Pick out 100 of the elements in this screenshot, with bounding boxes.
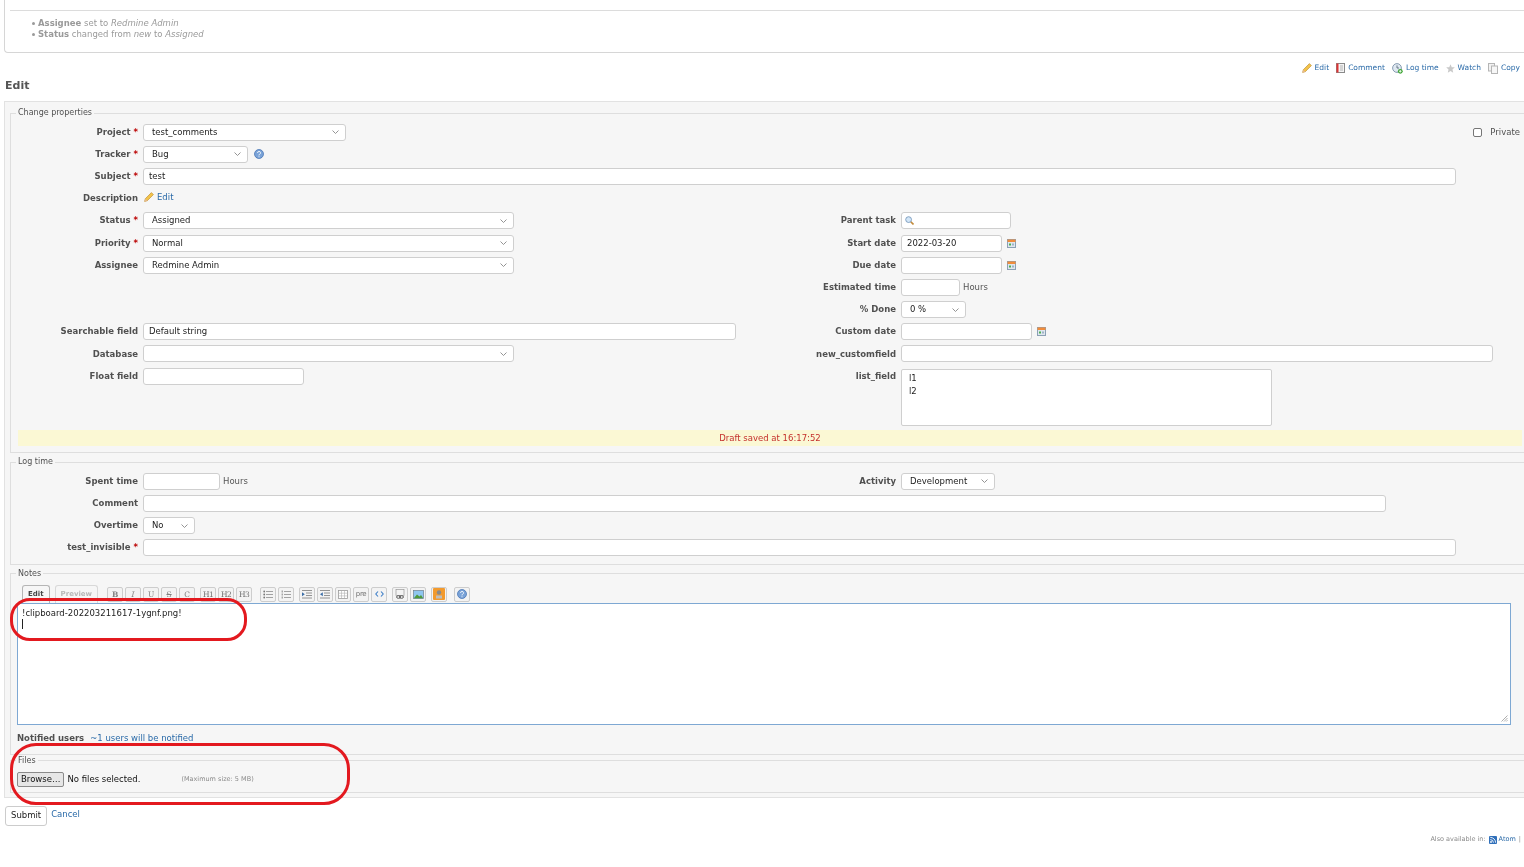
- field-label: new_customfield: [816, 347, 896, 361]
- pencil-icon: [1301, 63, 1312, 73]
- bullet-icon: [32, 33, 35, 36]
- resize-grip-icon[interactable]: [1500, 713, 1508, 722]
- toolbar-button[interactable]: [260, 586, 277, 602]
- field-label: Searchable field: [60, 325, 138, 339]
- field-label: Priority: [94, 236, 131, 250]
- dropdown[interactable]: Redmine Admin: [143, 256, 514, 274]
- field-label: Float field: [89, 369, 138, 383]
- bullet-list-icon: [263, 589, 274, 599]
- field-label: Tracker: [95, 147, 131, 161]
- copy-icon: [1487, 62, 1498, 74]
- field-label: Estimated time: [823, 281, 896, 294]
- dropdown[interactable]: 0 %: [901, 301, 966, 319]
- field-label: Activity: [859, 474, 896, 488]
- link-icon: [395, 589, 406, 600]
- dropdown[interactable]: test_comments: [143, 123, 346, 141]
- toolbar-button[interactable]: [371, 586, 388, 602]
- dropdown[interactable]: Assigned: [143, 212, 514, 230]
- toolbar-button[interactable]: [317, 586, 334, 602]
- file-status: No files selected.: [67, 773, 141, 787]
- list-option[interactable]: l2: [909, 385, 917, 399]
- calendar-icon[interactable]: [1007, 260, 1016, 270]
- unit-label: Hours: [223, 474, 248, 488]
- toolbar-button[interactable]: [431, 586, 448, 602]
- bullet-icon: [32, 22, 35, 25]
- notes-textarea[interactable]: !clipboard-202203211617-1ygnf.png!: [17, 602, 1511, 725]
- date-field[interactable]: [901, 256, 1002, 274]
- text-field[interactable]: [143, 367, 304, 385]
- field-label: list_field: [855, 369, 896, 383]
- text-field[interactable]: [143, 494, 1386, 512]
- dropdown[interactable]: Normal: [143, 234, 514, 252]
- field-label: % Done: [859, 303, 896, 316]
- calendar-icon[interactable]: [1037, 327, 1046, 337]
- journal-detail: Assignee set to Redmine Admin: [38, 18, 179, 29]
- toolbar-button[interactable]: [299, 586, 316, 602]
- field-label: Comment: [92, 496, 138, 510]
- numbered-list-icon: [281, 589, 292, 599]
- toolbar-button[interactable]: [410, 586, 427, 602]
- toolbar-button[interactable]: [335, 586, 352, 602]
- dropdown[interactable]: No: [143, 517, 195, 535]
- help-icon[interactable]: [254, 149, 264, 160]
- text-field[interactable]: [143, 539, 1456, 557]
- text-field[interactable]: test: [143, 167, 1456, 185]
- field-label: Assignee: [94, 258, 138, 272]
- field-label: Custom date: [835, 325, 896, 339]
- search-field[interactable]: [901, 212, 1011, 230]
- required-mark: *: [133, 541, 138, 555]
- list-box[interactable]: l1 l2: [901, 369, 1272, 427]
- pencil-icon: [144, 192, 154, 203]
- checkbox-label: Private: [1490, 125, 1520, 139]
- required-mark: *: [133, 147, 138, 161]
- field-label: Overtime: [93, 519, 138, 532]
- submit-button[interactable]: Submit: [5, 805, 48, 826]
- date-field[interactable]: [901, 323, 1032, 341]
- outdent-icon: [320, 589, 331, 599]
- field-label: Spent time: [85, 474, 138, 488]
- field-label: Description: [83, 192, 138, 206]
- toolbar-button[interactable]: [278, 586, 295, 602]
- text-cursor: [22, 618, 23, 629]
- star-icon: [1445, 63, 1455, 73]
- field-label: Database: [92, 347, 138, 361]
- dropdown[interactable]: Development: [901, 472, 995, 490]
- date-field[interactable]: 2022-03-20: [901, 234, 1002, 252]
- section-legend: Change properties: [16, 108, 94, 118]
- cancel-link[interactable]: Cancel: [51, 808, 80, 822]
- table-icon: [338, 589, 349, 599]
- feed-icon: [1488, 835, 1497, 844]
- code-icon: [374, 591, 384, 598]
- toolbar-button[interactable]: [454, 586, 471, 602]
- text-field[interactable]: [901, 345, 1493, 363]
- indent-icon: [302, 589, 313, 599]
- edit-link[interactable]: Edit: [144, 190, 174, 204]
- field-label: Status: [99, 214, 131, 228]
- section-legend: Notes: [16, 568, 44, 579]
- text-field[interactable]: [143, 472, 220, 490]
- field-label: Due date: [852, 258, 896, 272]
- browse-button[interactable]: Browse…: [17, 772, 65, 788]
- document-icon: [1336, 63, 1346, 73]
- chevron-down-icon: [500, 218, 507, 223]
- search-icon: [905, 216, 914, 226]
- required-mark: *: [133, 125, 138, 139]
- toolbar-button[interactable]: [392, 586, 409, 602]
- field-label: Start date: [847, 236, 896, 250]
- calendar-icon[interactable]: [1007, 238, 1016, 248]
- notified-users-link[interactable]: ~1 users will be notified: [90, 732, 194, 746]
- dropdown[interactable]: [143, 345, 514, 363]
- checkbox[interactable]: [1473, 127, 1483, 137]
- list-option[interactable]: l1: [909, 372, 917, 386]
- required-mark: *: [133, 214, 138, 228]
- chevron-down-icon: [181, 523, 188, 528]
- text-field[interactable]: Default string: [143, 323, 736, 341]
- page-heading: Edit: [5, 79, 30, 93]
- field-label: Project: [96, 125, 131, 139]
- dropdown[interactable]: Bug: [143, 145, 248, 163]
- chevron-down-icon: [952, 307, 959, 312]
- person-tile-icon: [433, 588, 446, 601]
- text-field[interactable]: [901, 278, 960, 296]
- chevron-down-icon: [500, 263, 507, 268]
- notified-label: Notified users: [17, 732, 85, 746]
